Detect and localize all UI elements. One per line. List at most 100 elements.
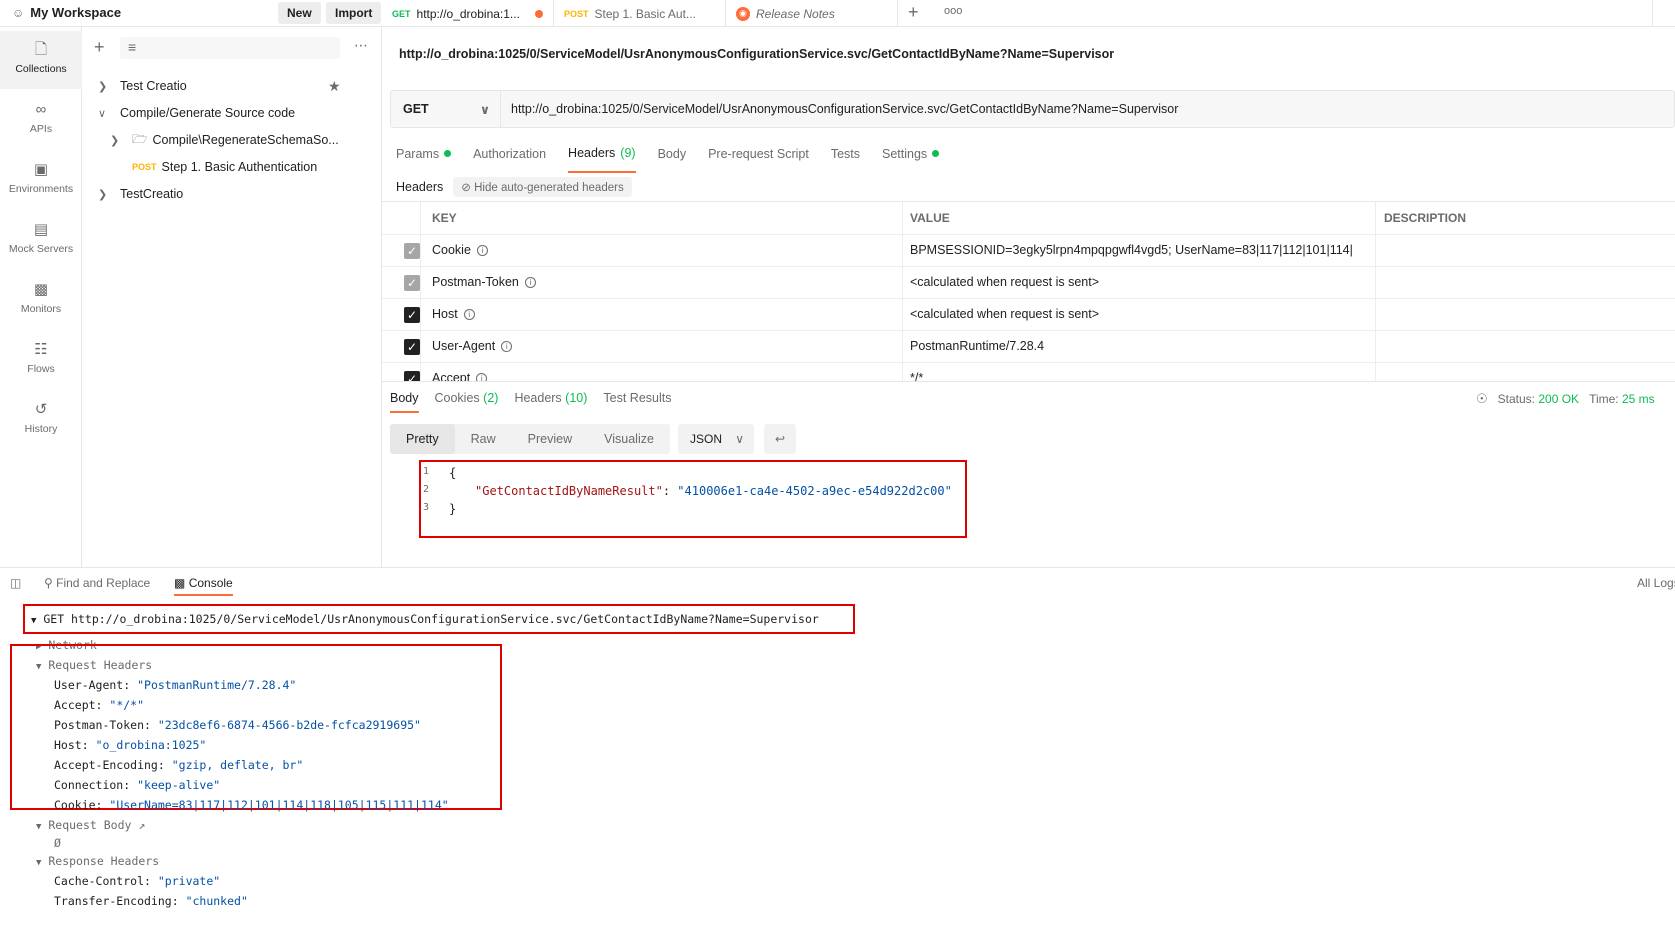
request-headers-row[interactable]: ▼ Request Headers	[36, 658, 152, 672]
filter-icon: ≡	[128, 39, 137, 55]
method-select[interactable]: GET ∨	[391, 91, 501, 127]
more-tabs-icon[interactable]: ooo	[944, 5, 962, 17]
header-checkbox[interactable]: ✓	[404, 275, 420, 291]
resp-tab-test-results[interactable]: Test Results	[603, 391, 671, 413]
tab-params[interactable]: Params	[396, 143, 452, 173]
header-checkbox[interactable]: ✓	[404, 243, 420, 259]
add-tab-icon[interactable]: +	[908, 2, 919, 23]
console-header-entry: Accept-Encoding: "gzip, deflate, br"	[54, 758, 304, 772]
json-entry[interactable]: "GetContactIdByNameResult": "410006e1-ca…	[475, 484, 952, 498]
line-number: 3	[423, 502, 430, 513]
chevron-right-icon: ❯	[110, 134, 120, 147]
header-key[interactable]: Postman-Token i	[432, 266, 536, 298]
header-key[interactable]: Host i	[432, 298, 475, 330]
chevron-down-icon: ∨	[98, 107, 107, 120]
tab-get-request[interactable]: GET http://o_drobina:1...	[382, 0, 554, 27]
folder-icon: 🗁	[132, 131, 148, 146]
header-value[interactable]: <calculated when request is sent>	[910, 298, 1099, 330]
new-button[interactable]: New	[278, 2, 321, 24]
sidebar-more-icon[interactable]: ⋯	[354, 37, 368, 54]
console-header-entry: User-Agent: "PostmanRuntime/7.28.4"	[54, 678, 297, 692]
header-checkbox[interactable]: ✓	[404, 339, 420, 355]
console-log: ▼ GET http://o_drobina:1025/0/ServiceMod…	[0, 604, 1675, 924]
response-headers-row[interactable]: ▼ Response Headers	[36, 854, 159, 868]
tab-label: http://o_drobina:1...	[416, 6, 520, 21]
tree-item-regenerate-folder[interactable]: ❯ 🗁 Compile\RegenerateSchemaSo...	[82, 128, 382, 152]
rail-mock-servers[interactable]: ▤ Mock Servers	[0, 211, 82, 269]
tree-item-testcreatio[interactable]: ❯ TestCreatio	[82, 182, 382, 206]
tab-authorization[interactable]: Authorization	[473, 143, 546, 173]
row-divider	[382, 362, 1675, 363]
view-raw[interactable]: Raw	[455, 424, 512, 454]
hide-auto-headers-button[interactable]: ⊘ Hide auto-generated headers	[453, 177, 632, 197]
rail-apis[interactable]: ∞ APIs	[0, 91, 82, 149]
info-icon: i	[501, 341, 513, 353]
external-link-icon[interactable]: ↗	[138, 818, 145, 832]
view-visualize[interactable]: Visualize	[588, 424, 670, 454]
find-replace-tab[interactable]: ⚲ Find and Replace	[44, 576, 150, 590]
url-input[interactable]: http://o_drobina:1025/0/ServiceModel/Usr…	[511, 102, 1178, 116]
console-panel: ◫ ⚲ Find and Replace ▩ Console All Logs …	[0, 567, 1675, 932]
rail-monitors[interactable]: ▩ Monitors	[0, 271, 82, 329]
tab-headers[interactable]: Headers (9)	[568, 143, 636, 173]
format-select[interactable]: JSON ∨	[678, 424, 754, 454]
info-icon: i	[476, 373, 488, 381]
view-mode-segment: Pretty Raw Preview Visualize	[390, 424, 670, 454]
console-header-entry: Accept: "*/*"	[54, 698, 145, 712]
environments-icon: ▣	[33, 161, 49, 178]
header-checkbox[interactable]: ✓	[404, 307, 420, 323]
search-icon: ⚲	[44, 576, 53, 590]
info-icon: i	[463, 309, 475, 321]
tree-item-compile-generate[interactable]: ∨ Compile/Generate Source code	[82, 101, 382, 125]
rail-environments[interactable]: ▣ Environments	[0, 151, 82, 209]
rail-flows[interactable]: ☷ Flows	[0, 331, 82, 389]
header-key[interactable]: Cookie i	[432, 234, 488, 266]
tab-settings[interactable]: Settings	[882, 143, 940, 173]
wrap-lines-icon[interactable]: ↩	[764, 424, 796, 454]
console-tab[interactable]: ▩ Console	[174, 576, 233, 596]
header-key[interactable]: User-Agent i	[432, 330, 513, 362]
tab-body[interactable]: Body	[658, 143, 687, 173]
column-header-key: KEY	[432, 211, 457, 225]
apis-icon: ∞	[35, 101, 47, 118]
all-logs-select[interactable]: All Logs	[1637, 576, 1675, 590]
console-header-entry: Cache-Control: "private"	[54, 874, 221, 888]
collections-icon: 🗋	[34, 41, 48, 58]
console-request-line[interactable]: ▼ GET http://o_drobina:1025/0/ServiceMod…	[23, 604, 855, 634]
request-body-row[interactable]: ▼ Request Body ↗	[36, 818, 145, 832]
view-preview[interactable]: Preview	[512, 424, 588, 454]
request-tabs: Params Authorization Headers (9) Body Pre…	[396, 143, 940, 173]
rail-collections[interactable]: 🗋 Collections	[0, 31, 82, 89]
header-value[interactable]: */*	[910, 362, 923, 381]
header-value[interactable]: PostmanRuntime/7.28.4	[910, 330, 1044, 362]
globe-icon[interactable]: ☉	[1476, 391, 1488, 407]
resp-tab-cookies[interactable]: Cookies (2)	[435, 391, 499, 413]
request-panel: http://o_drobina:1025/0/ServiceModel/Usr…	[382, 27, 1675, 567]
chevron-down-icon: ∨	[479, 103, 490, 117]
resp-tab-body[interactable]: Body	[390, 391, 419, 413]
header-key[interactable]: Accept i	[432, 362, 488, 381]
header-value[interactable]: BPMSESSIONID=3egky5lrpn4mpqpgwfl4vgd5; U…	[910, 234, 1370, 266]
resp-tab-headers[interactable]: Headers (10)	[514, 391, 587, 413]
console-header-entry: Cookie: "UserName=83|117|112|101|114|118…	[54, 798, 449, 812]
response-divider[interactable]	[382, 381, 1675, 382]
tree-item-test-creatio[interactable]: ❯ Test Creatio ★	[82, 74, 382, 98]
header-value[interactable]: <calculated when request is sent>	[910, 266, 1099, 298]
tab-post-request[interactable]: POST Step 1. Basic Aut...	[554, 0, 726, 27]
tab-tests[interactable]: Tests	[831, 143, 860, 173]
header-checkbox[interactable]: ✓	[404, 371, 420, 381]
tree-item-step1-request[interactable]: POST Step 1. Basic Authentication	[82, 155, 382, 179]
add-collection-icon[interactable]: +	[94, 37, 105, 58]
filter-input[interactable]: ≡	[120, 37, 340, 59]
method-tag: POST	[132, 162, 157, 172]
request-title[interactable]: http://o_drobina:1025/0/ServiceModel/Usr…	[399, 47, 1114, 61]
view-pretty[interactable]: Pretty	[390, 424, 455, 454]
tab-release-notes[interactable]: ◉ Release Notes	[726, 0, 898, 27]
import-button[interactable]: Import	[326, 2, 382, 24]
status-dot-icon	[932, 150, 940, 157]
tab-pre-request-script[interactable]: Pre-request Script	[708, 143, 809, 173]
rail-history[interactable]: ↺ History	[0, 391, 82, 449]
sidebar-toggle-icon[interactable]: ◫	[10, 576, 21, 590]
star-icon[interactable]: ★	[328, 78, 341, 95]
workspace-name[interactable]: ☺ My Workspace	[12, 5, 121, 20]
